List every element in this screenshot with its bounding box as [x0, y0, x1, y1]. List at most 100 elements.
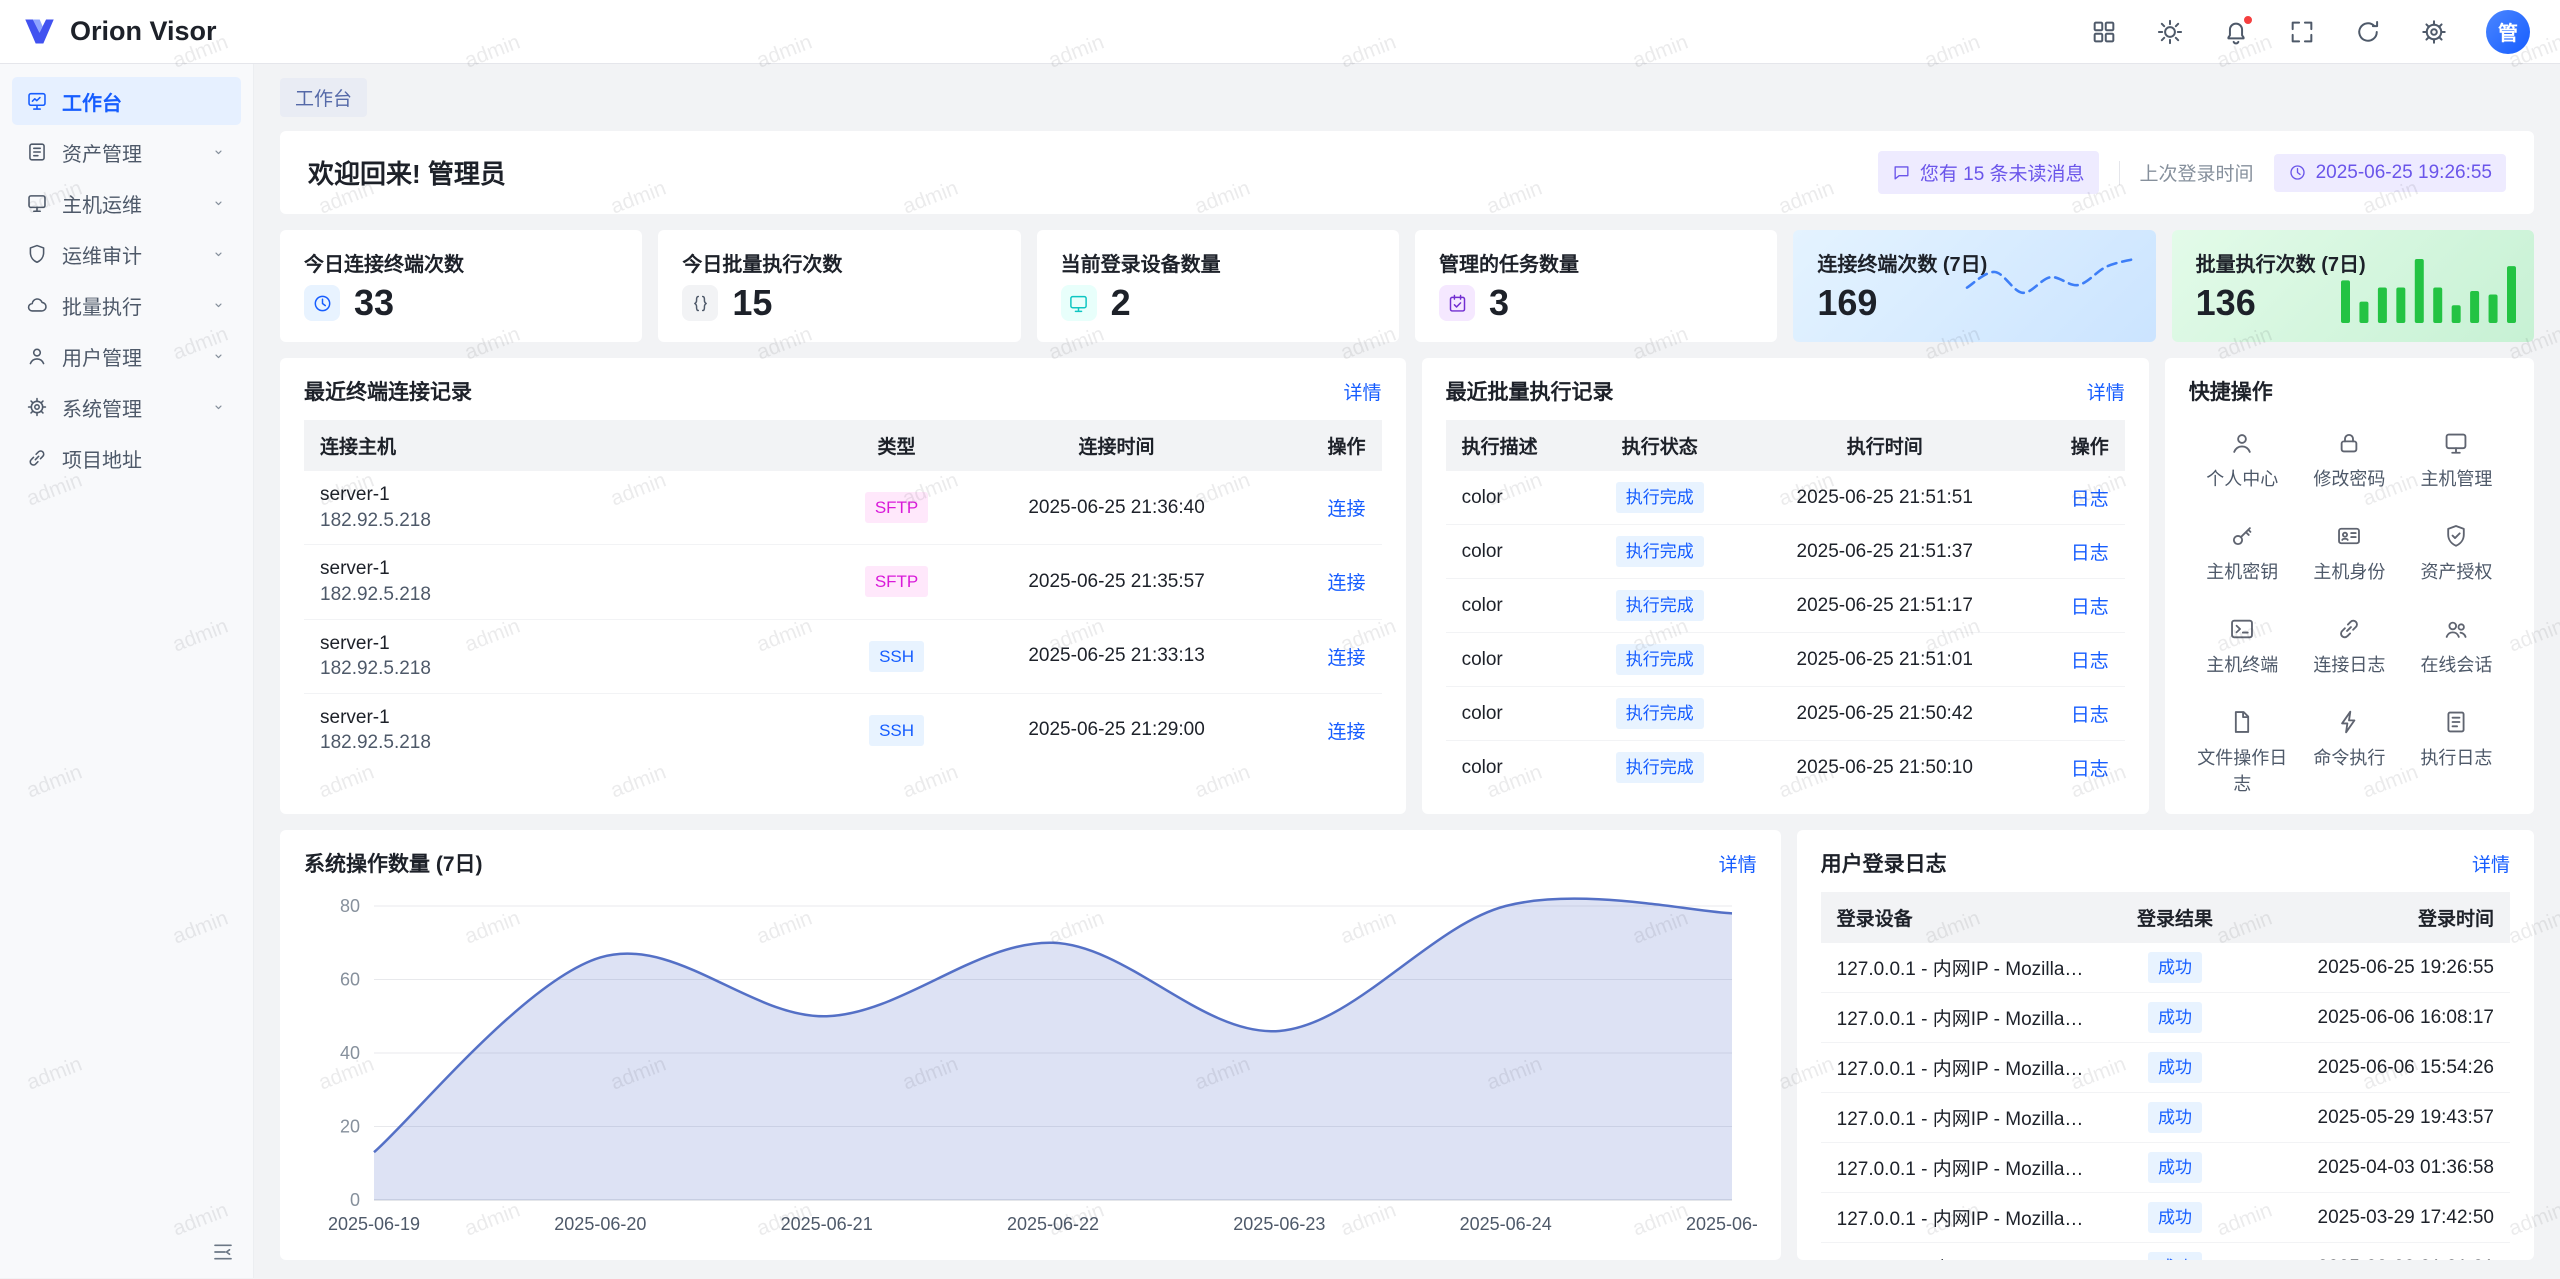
task-icon: [1447, 293, 1468, 314]
stat-icon-chip: [1439, 285, 1475, 321]
sidebar: 工作台资产管理主机运维运维审计批量执行用户管理系统管理项目地址: [0, 64, 254, 1278]
app-logo-icon: [22, 14, 57, 49]
sidebar-item-batch-exec[interactable]: 批量执行: [12, 281, 241, 329]
login-detail-link[interactable]: 详情: [2472, 850, 2510, 877]
topbar-actions: [2090, 18, 2448, 46]
connect-link[interactable]: 连接: [1328, 722, 1366, 743]
ops-chart-title: 系统操作数量 (7日): [304, 848, 483, 878]
settings-button[interactable]: [2420, 18, 2448, 46]
breadcrumb-item-workbench[interactable]: 工作台: [280, 78, 367, 117]
quick-action-1[interactable]: 修改密码: [2296, 430, 2403, 491]
sidebar-item-label: 运维审计: [62, 240, 142, 269]
login-device: 127.0.0.1 - 内网IP - Mozilla/5.0 (Windows …: [1821, 1093, 2100, 1143]
quick-action-5[interactable]: 资产授权: [2403, 523, 2510, 584]
quick-action-7[interactable]: 连接日志: [2296, 616, 2403, 677]
user-avatar[interactable]: 管: [2486, 10, 2530, 54]
login-result-badge: 成功: [2148, 1102, 2202, 1133]
log-link[interactable]: 日志: [2071, 759, 2109, 780]
sidebar-item-project-url[interactable]: 项目地址: [12, 434, 241, 482]
ops-chart-detail-link[interactable]: 详情: [1719, 850, 1757, 877]
quick-action-10[interactable]: 命令执行: [2296, 709, 2403, 796]
fullscreen-button[interactable]: [2288, 18, 2316, 46]
notifications-button[interactable]: [2222, 18, 2250, 46]
theme-brightness-icon: [2156, 18, 2184, 46]
apps-button[interactable]: [2090, 18, 2118, 46]
stat-card-0: 今日连接终端次数33: [280, 230, 642, 342]
welcome-banner: 欢迎回来! 管理员 您有 15 条未读消息 上次登录时间 2025-06-25 …: [280, 131, 2534, 214]
batch-records-panel: 最近批量执行记录 详情 执行描述执行状态执行时间操作 color执行完成2025…: [1422, 358, 2149, 814]
log-link[interactable]: 日志: [2071, 597, 2109, 618]
exec-status-badge: 执行完成: [1616, 752, 1704, 783]
stat-icon-chip: [682, 285, 718, 321]
quick-action-9[interactable]: 文件操作日志: [2189, 709, 2296, 796]
connect-link[interactable]: 连接: [1328, 499, 1366, 520]
quick-action-6[interactable]: 主机终端: [2189, 616, 2296, 677]
collapse-sidebar-button[interactable]: [211, 1240, 235, 1264]
welcome-meta: 您有 15 条未读消息 上次登录时间 2025-06-25 19:26:55: [1878, 151, 2506, 194]
assets-icon: [26, 141, 48, 163]
sidebar-item-user-mgmt[interactable]: 用户管理: [12, 332, 241, 380]
quick-action-label: 连接日志: [2313, 651, 2385, 677]
project-url-icon: [26, 447, 48, 469]
login-result-badge: 成功: [2148, 1252, 2202, 1260]
theme-brightness-button[interactable]: [2156, 18, 2184, 46]
quick-action-2[interactable]: 主机管理: [2403, 430, 2510, 491]
table-row: 127.0.0.1 - 内网IP - Mozilla/5.0 (Windows …: [1821, 1143, 2510, 1193]
logs-icon: [2443, 709, 2469, 735]
terminal-records-panel: 最近终端连接记录 详情 连接主机类型连接时间操作 server-1182.92.…: [280, 358, 1406, 814]
quick-action-0[interactable]: 个人中心: [2189, 430, 2296, 491]
exec-description: color: [1446, 687, 1575, 741]
svg-text:2025-06-20: 2025-06-20: [554, 1214, 646, 1234]
bottom-row: 系统操作数量 (7日) 详情 0204060802025-06-192025-0…: [280, 830, 2534, 1260]
exec-status-badge: 执行完成: [1616, 698, 1704, 729]
unread-messages-badge[interactable]: 您有 15 条未读消息: [1878, 151, 2099, 194]
quick-action-11[interactable]: 执行日志: [2403, 709, 2510, 796]
last-login-time-badge: 2025-06-25 19:26:55: [2274, 154, 2506, 192]
quick-action-3[interactable]: 主机密钥: [2189, 523, 2296, 584]
exec-status-badge: 执行完成: [1616, 590, 1704, 621]
quick-action-4[interactable]: 主机身份: [2296, 523, 2403, 584]
stat-card-5: 批量执行次数 (7日)136: [2172, 230, 2534, 342]
sidebar-item-host-ops[interactable]: 主机运维: [12, 179, 241, 227]
table-row: 127.0.0.1 - 内网IP - Mozilla/5.0 (Windows …: [1821, 1243, 2510, 1261]
user-icon: [2229, 430, 2255, 456]
sidebar-item-system-mgmt[interactable]: 系统管理: [12, 383, 241, 431]
log-link[interactable]: 日志: [2071, 489, 2109, 510]
login-time: 2025-03-22 01:01:31: [2250, 1243, 2510, 1261]
login-table-head: 登录设备登录结果登录时间: [1821, 892, 2510, 943]
batch-detail-link[interactable]: 详情: [2087, 378, 2125, 405]
braces-icon: [690, 293, 711, 314]
sidebar-menu: 工作台资产管理主机运维运维审计批量执行用户管理系统管理项目地址: [0, 74, 253, 485]
chevron-down-icon: [210, 399, 227, 416]
quick-action-8[interactable]: 在线会话: [2403, 616, 2510, 677]
log-link[interactable]: 日志: [2071, 543, 2109, 564]
refresh-button[interactable]: [2354, 18, 2382, 46]
column-header: 连接主机: [304, 420, 832, 471]
sidebar-item-assets[interactable]: 资产管理: [12, 128, 241, 176]
column-header: 执行描述: [1446, 420, 1575, 471]
stats-row: 今日连接终端次数33今日批量执行次数15当前登录设备数量2管理的任务数量3连接终…: [280, 230, 2534, 342]
stat-value: 136: [2196, 282, 2256, 324]
quick-action-label: 个人中心: [2206, 465, 2278, 491]
terminal-table: 连接主机类型连接时间操作 server-1182.92.5.218SFTP202…: [304, 420, 1382, 767]
stat-label: 管理的任务数量: [1439, 248, 1753, 277]
login-time: 2025-04-03 01:36:58: [2250, 1143, 2510, 1193]
connect-time: 2025-06-25 21:35:57: [962, 545, 1272, 619]
bolt-icon: [2336, 709, 2362, 735]
log-link[interactable]: 日志: [2071, 705, 2109, 726]
batch-exec-icon: [26, 294, 48, 316]
sidebar-item-ops-audit[interactable]: 运维审计: [12, 230, 241, 278]
connect-link[interactable]: 连接: [1328, 648, 1366, 669]
svg-text:2025-06-21: 2025-06-21: [781, 1214, 873, 1234]
brand[interactable]: Orion Visor: [22, 14, 217, 49]
terminal-detail-link[interactable]: 详情: [1344, 378, 1382, 405]
login-result-badge: 成功: [2148, 1152, 2202, 1183]
stat-card-4: 连接终端次数 (7日)169: [1793, 230, 2155, 342]
connect-time: 2025-06-25 21:29:00: [962, 693, 1272, 767]
lock-icon: [2336, 430, 2362, 456]
sidebar-item-workbench[interactable]: 工作台: [12, 77, 241, 125]
connect-link[interactable]: 连接: [1328, 573, 1366, 594]
log-link[interactable]: 日志: [2071, 651, 2109, 672]
team-icon: [2443, 616, 2469, 642]
stat-card-2: 当前登录设备数量2: [1037, 230, 1399, 342]
